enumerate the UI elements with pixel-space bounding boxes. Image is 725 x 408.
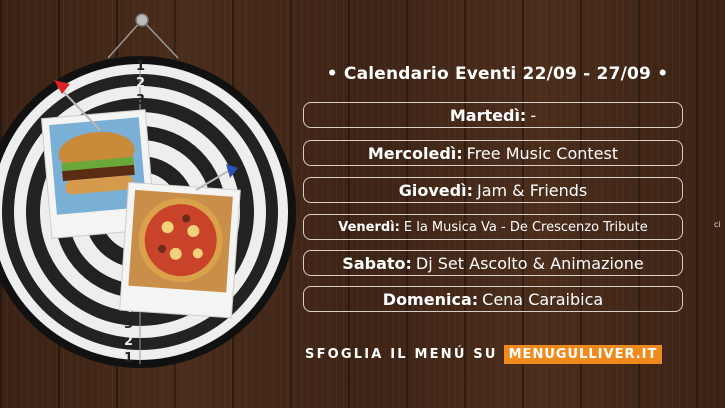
dartboard-illustration: 1 2 3 4 3 2 1 <box>0 13 296 368</box>
event-name: Dj Set Ascolto & Animazione <box>415 253 644 273</box>
event-name: - <box>530 105 537 125</box>
calendar-title: • Calendario Eventi 22/09 - 27/09 • <box>326 64 669 84</box>
event-row-martedi: Martedì: - <box>303 102 683 128</box>
event-day: Martedì: <box>449 105 527 125</box>
event-name: E la Musica Va - De Crescenzo Tribute <box>403 219 648 235</box>
event-day: Mercoledì: <box>367 143 463 163</box>
event-day: Giovedì: <box>398 180 473 200</box>
menu-footer: SFOGLIA IL MENÚ SU MENUGULLIVER.IT <box>305 345 690 364</box>
board-number: 1 <box>136 59 145 74</box>
event-row-venerdi: Venerdì: E la Musica Va - De Crescenzo T… <box>303 214 683 240</box>
pizza-photo <box>119 181 241 319</box>
event-row-sabato: Sabato: Dj Set Ascolto & Animazione <box>303 250 683 276</box>
flyer: 1 2 3 4 3 2 1 <box>0 0 725 408</box>
event-day: Domenica: <box>382 289 479 309</box>
event-name: Cena Caraibica <box>482 289 604 309</box>
board-number: 1 <box>124 351 133 366</box>
board-number: 3 <box>124 317 133 332</box>
board-number: 2 <box>136 76 145 91</box>
nail-icon <box>135 13 149 27</box>
event-row-giovedi: Giovedì: Jam & Friends <box>303 177 683 203</box>
event-name: Free Music Contest <box>466 143 619 163</box>
event-day: Venerdì: <box>338 219 400 235</box>
menu-link[interactable]: MENUGULLIVER.IT <box>503 345 663 364</box>
event-row-mercoledi: Mercoledì: Free Music Contest <box>303 140 683 166</box>
event-day: Sabato: <box>342 253 412 273</box>
event-name: Jam & Friends <box>476 180 588 200</box>
footer-text: SFOGLIA IL MENÚ SU <box>305 347 498 362</box>
board-number: 3 <box>136 93 145 108</box>
board-number: 2 <box>124 334 133 349</box>
edge-text: ci <box>714 220 721 229</box>
event-row-domenica: Domenica: Cena Caraibica <box>303 286 683 312</box>
